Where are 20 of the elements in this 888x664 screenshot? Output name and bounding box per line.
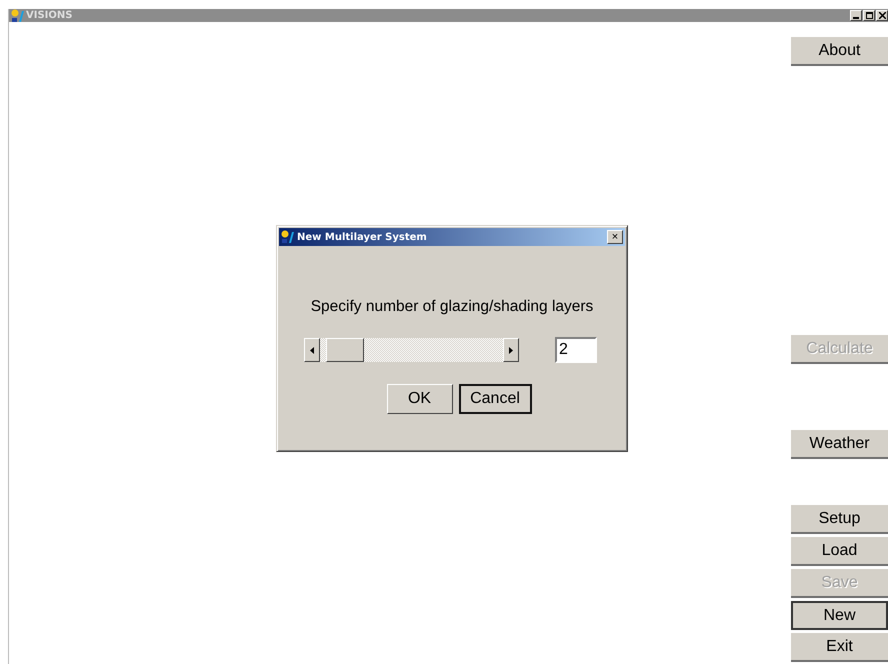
side-button[interactable]: About [791, 37, 888, 66]
close-icon [878, 12, 886, 19]
close-button[interactable]: × [607, 230, 623, 244]
maximize-button[interactable] [863, 10, 875, 21]
app-icon [11, 8, 25, 22]
dialog-button[interactable]: OK [386, 384, 452, 414]
side-button[interactable]: Load [791, 537, 888, 566]
close-button[interactable] [876, 10, 888, 21]
dialog-button[interactable]: Cancel [458, 384, 532, 414]
window-title: VISIONS [26, 10, 74, 21]
side-button[interactable]: Exit [791, 633, 888, 662]
prompt-text: Specify number of glazing/shading layers [310, 298, 594, 316]
side-button[interactable]: Setup [791, 505, 888, 534]
maximize-icon [866, 12, 872, 19]
layer-count-field[interactable]: 2 [555, 337, 597, 363]
dialog-title: New Multilayer System [297, 232, 428, 242]
side-button[interactable]: Weather [791, 430, 888, 459]
app-icon [281, 230, 295, 244]
minimize-button[interactable] [850, 10, 862, 21]
side-button[interactable]: New [791, 601, 888, 630]
